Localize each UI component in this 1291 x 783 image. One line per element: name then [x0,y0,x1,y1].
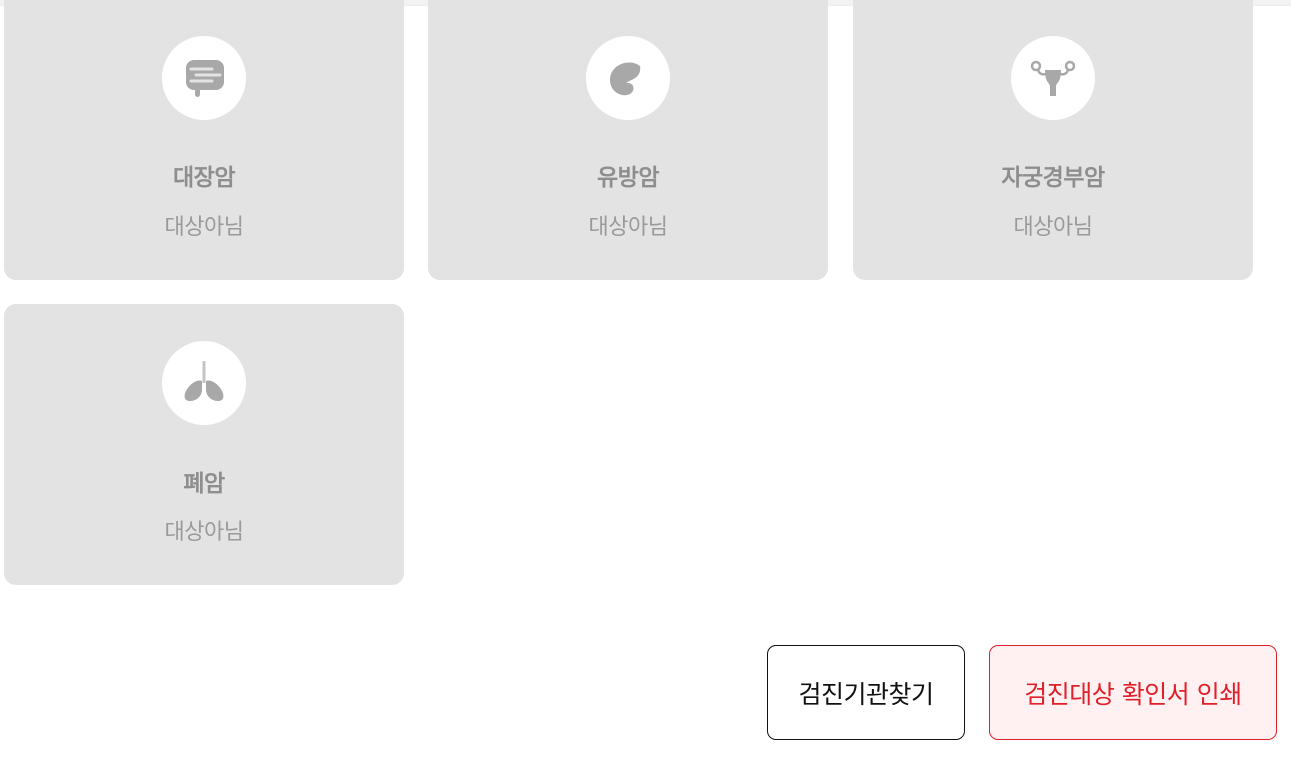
card-title: 자궁경부암 [1001,165,1105,191]
screening-card-colon[interactable]: 대장암 대상아님 [4,0,404,280]
screening-card-cervical[interactable]: 자궁경부암 대상아님 [853,0,1253,280]
card-status: 대상아님 [1013,215,1093,240]
breast-icon [610,62,641,96]
card-title: 대장암 [173,165,235,191]
find-institution-button[interactable]: 검진기관찾기 [767,645,965,740]
uterus-icon-circle [1011,36,1095,120]
card-title: 유방암 [597,165,659,191]
card-status: 대상아님 [164,215,244,240]
screening-card-breast[interactable]: 유방암 대상아님 [428,0,828,280]
card-title: 폐암 [183,471,225,497]
print-confirmation-button[interactable]: 검진대상 확인서 인쇄 [989,645,1277,740]
lungs-icon-circle [162,341,246,425]
card-status: 대상아님 [588,215,668,240]
colon-icon-circle [162,36,246,120]
colon-icon [186,60,224,97]
screening-card-lung[interactable]: 폐암 대상아님 [4,304,404,585]
card-status: 대상아님 [164,520,244,545]
uterus-icon [1030,60,1076,96]
lungs-icon [184,361,224,401]
breast-icon-circle [586,36,670,120]
